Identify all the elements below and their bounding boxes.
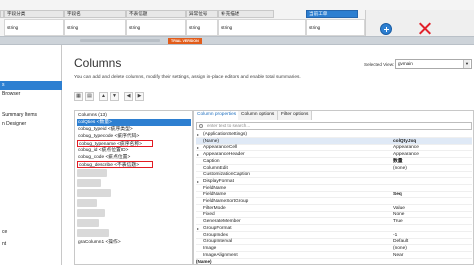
property-description: (Name) [196,259,212,264]
properties-panel: Column properties Column options Filter … [193,110,474,265]
grid-cell[interactable]: string [4,19,64,36]
plus-circle-icon[interactable] [380,23,392,35]
sidebar-item-columns[interactable]: s [0,81,62,90]
close-x-icon[interactable] [418,22,431,35]
grid-header-cell[interactable]: 补充描述 [218,10,274,18]
blurred-item [77,199,97,207]
blurred-item [77,209,105,217]
grid-header-cell-active[interactable]: 当前工单 [306,10,358,18]
blurred-item [77,189,111,197]
selected-view-label: Selected View: [364,62,395,67]
property-search-placeholder: enter text to search... [207,123,251,128]
property-search-input[interactable]: enter text to search... [196,122,472,130]
columns-toolbar: ▦ ▤ ▲ ▼ ◀ ▶ [74,92,194,102]
grid-header-cell[interactable]: 不表信题 [126,10,186,18]
blurred-item [77,169,107,177]
grid-cell[interactable]: string [64,19,126,36]
property-name: ImageAlignment [203,252,238,258]
sidebar-item-summary-items[interactable]: Summary Items [0,111,62,120]
list-item[interactable]: cobug_id <疵点位置ID> [77,147,191,154]
list-item[interactable]: colQties <数量> [77,119,191,126]
designer-title-bar: TRIAL VERSION [0,36,474,45]
designer-sidebar: s Browser Summary Items n Designer ce nt [0,45,62,265]
designer-main: Columns You can add and delete columns, … [62,45,474,265]
tab-filter-options[interactable]: Filter options [278,111,313,120]
grid-header-cell[interactable]: 异常位号 [186,10,218,18]
page-title: Columns [74,56,122,70]
move-down-icon[interactable]: ▼ [110,92,119,101]
insert-column-icon[interactable]: ▤ [85,92,94,101]
blurred-item [77,219,99,227]
grid-cell[interactable]: string [186,19,218,36]
property-value[interactable]: Near [393,252,471,259]
grid-cell[interactable]: string [306,19,365,36]
grid-header-cell[interactable]: 字段分类 [4,10,64,18]
grid-header-cell[interactable]: 字段名 [64,10,126,18]
list-item-highlighted[interactable]: cobug_describe <不表信题> [77,161,153,168]
property-row[interactable]: ImageAlignment Near [196,252,472,259]
blurred-title [80,39,160,42]
trial-version-badge: TRIAL VERSION [168,38,202,44]
column-list-caption: Columns (13) [78,113,107,118]
column-list: Columns (13) colQties <数量> cobug_typeid … [74,110,193,265]
list-item[interactable]: cobug_code <疵点位置> [77,154,191,161]
list-item[interactable]: cobug_typeid <疵序类型> [77,126,191,133]
tab-column-properties[interactable]: Column properties [194,111,241,120]
sidebar-item-print[interactable]: nt [0,240,62,249]
chevron-down-icon[interactable]: ▼ [463,60,470,68]
sidebar-item-designer[interactable]: n Designer [0,120,62,129]
grid-cell[interactable]: string [218,19,306,36]
move-up-icon[interactable]: ▲ [99,92,108,101]
selected-view-dropdown[interactable]: gvmain ▼ [395,59,472,69]
add-column-icon[interactable]: ▦ [74,92,83,101]
tab-column-options[interactable]: Column options [238,111,279,120]
blurred-item [77,229,109,237]
sidebar-item-appearance[interactable]: ce [0,228,62,237]
expand-icon[interactable]: ▶ [135,92,144,101]
collapse-icon[interactable]: ◀ [124,92,133,101]
page-description: You can add and delete columns, modify t… [74,75,301,80]
search-icon [199,124,203,128]
blurred-item [77,179,101,187]
selected-view-value: gvmain [398,61,413,66]
list-item[interactable]: cobug_typecode <疵序代码> [77,133,191,140]
list-item[interactable]: graColumn1 <操作> [77,239,191,246]
sidebar-item-browser[interactable]: Browser [0,90,62,99]
list-item-highlighted[interactable]: cobug_typename <疵序名称> [77,140,153,147]
grid-cell[interactable]: string [126,19,186,36]
